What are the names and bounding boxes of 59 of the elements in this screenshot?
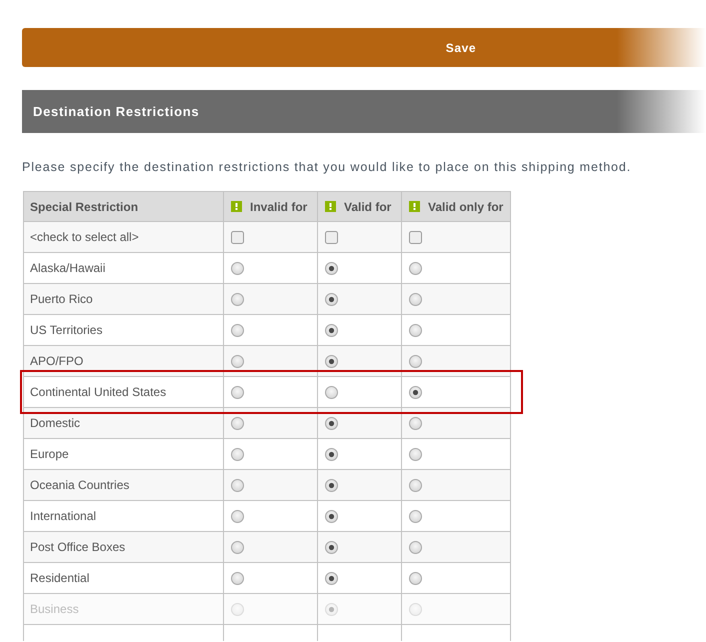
radio-button[interactable] — [409, 448, 422, 460]
radio-button[interactable] — [409, 572, 422, 584]
exclamation-icon — [231, 201, 242, 212]
radio-button[interactable] — [231, 448, 244, 460]
select-all-label: <check to select all> — [30, 230, 139, 244]
radio-button[interactable] — [231, 478, 244, 492]
section-title: Destination Restrictions — [33, 102, 200, 121]
radio-button[interactable] — [409, 478, 422, 492]
checkbox[interactable] — [325, 230, 338, 244]
radio-button[interactable] — [325, 510, 338, 522]
radio-button[interactable] — [231, 572, 244, 584]
radio-button[interactable] — [409, 262, 422, 274]
row-label: Business — [30, 602, 79, 616]
row-label: Domestic — [30, 416, 80, 430]
radio-button[interactable] — [409, 416, 422, 430]
radio-button[interactable] — [231, 354, 244, 368]
radio-button[interactable] — [325, 262, 338, 274]
save-button[interactable]: Save — [22, 28, 706, 67]
radio-button[interactable] — [231, 324, 244, 336]
intro-text: Please specify the destination restrictions that you would like to place on this shipping method. — [22, 159, 632, 175]
row-label: Continental United States — [30, 385, 166, 399]
radio-button[interactable] — [409, 292, 422, 306]
radio-button[interactable] — [409, 386, 422, 398]
radio-button[interactable] — [325, 540, 338, 554]
radio-button[interactable] — [231, 416, 244, 430]
row-label: Alaska/Hawaii — [30, 261, 106, 275]
row-label: Europe — [30, 447, 69, 461]
radio-button[interactable] — [231, 510, 244, 522]
column-header: Invalid for — [250, 198, 308, 216]
row-label: International — [30, 509, 96, 523]
row-label: Residential — [30, 571, 90, 585]
radio-button[interactable] — [325, 478, 338, 492]
column-header: Valid only for — [428, 198, 504, 216]
radio-button[interactable] — [409, 510, 422, 522]
radio-button[interactable] — [325, 572, 338, 584]
radio-button[interactable] — [231, 262, 244, 274]
column-header: Special Restriction — [30, 198, 138, 216]
radio-button[interactable] — [409, 540, 422, 554]
radio-button[interactable] — [409, 324, 422, 336]
row-label: Post Office Boxes — [30, 540, 126, 554]
row-label: US Territories — [30, 323, 102, 337]
radio-button[interactable] — [325, 354, 338, 368]
checkbox[interactable] — [231, 230, 244, 244]
radio-button[interactable] — [325, 416, 338, 430]
radio-button[interactable] — [231, 386, 244, 398]
radio-button[interactable] — [325, 386, 338, 398]
radio-button[interactable] — [231, 292, 244, 306]
row-label: Puerto Rico — [30, 292, 93, 306]
column-header: Valid for — [344, 198, 392, 216]
checkbox[interactable] — [409, 230, 422, 244]
radio-button[interactable] — [325, 448, 338, 460]
row-label: Oceania Countries — [30, 478, 130, 492]
radio-button[interactable] — [325, 292, 338, 306]
exclamation-icon — [409, 201, 420, 212]
exclamation-icon — [325, 201, 336, 212]
row-label: APO/FPO — [30, 354, 84, 368]
radio-button[interactable] — [409, 354, 422, 368]
radio-button[interactable] — [231, 540, 244, 554]
radio-button[interactable] — [325, 324, 338, 336]
